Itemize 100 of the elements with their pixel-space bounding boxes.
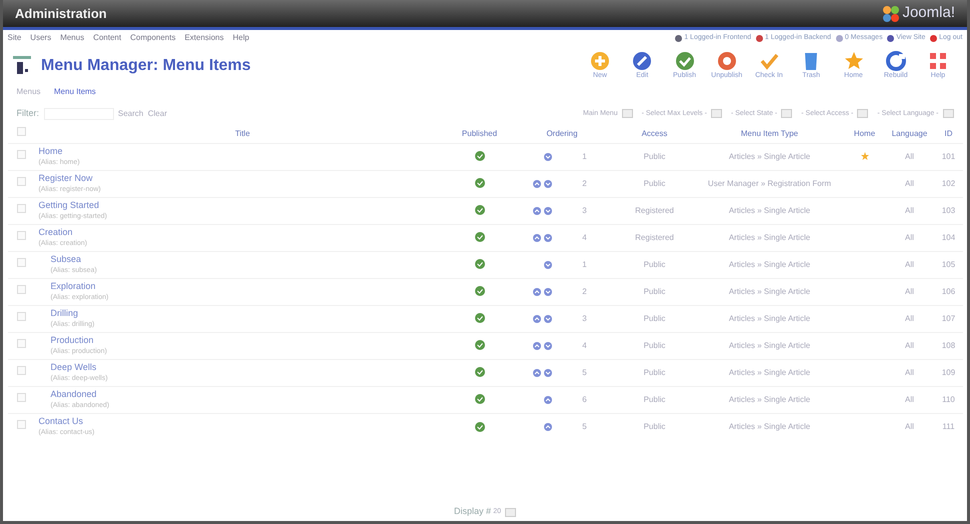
id-value: 102 <box>942 178 956 188</box>
up-arrow-icon[interactable] <box>533 342 542 350</box>
checkbox[interactable] <box>17 285 26 294</box>
filter-label: Filter: <box>16 107 39 120</box>
item-title[interactable]: Production <box>50 334 446 347</box>
item-title[interactable]: Getting Started <box>38 198 446 212</box>
check-icon <box>674 51 694 71</box>
up-arrow-icon[interactable] <box>533 234 542 242</box>
down-arrow-icon[interactable] <box>544 180 552 188</box>
column-header[interactable]: Access <box>642 128 668 138</box>
ring-icon <box>716 51 737 71</box>
access-level: Registered <box>635 232 674 242</box>
down-arrow-icon[interactable] <box>544 368 552 376</box>
menu-link[interactable]: Content <box>93 32 122 44</box>
ordering-value: 2 <box>582 178 587 188</box>
published-icon[interactable] <box>474 259 484 270</box>
column-header[interactable]: ID <box>944 128 952 138</box>
menu-link[interactable]: Site <box>8 32 22 44</box>
checkbox[interactable] <box>17 127 26 136</box>
published-icon[interactable] <box>474 394 484 404</box>
up-arrow-icon[interactable] <box>533 314 542 322</box>
item-title[interactable]: Contact Us <box>38 414 446 428</box>
down-arrow-icon[interactable] <box>544 234 552 242</box>
down-arrow-icon[interactable] <box>544 314 552 322</box>
access-level: Registered <box>635 206 674 214</box>
up-arrow-icon[interactable] <box>533 206 542 214</box>
checkbox[interactable] <box>17 339 26 348</box>
checkbox[interactable] <box>17 366 26 375</box>
published-icon[interactable] <box>474 422 484 432</box>
checkmark-icon <box>759 51 779 71</box>
access-level: Public <box>644 340 666 350</box>
language-value: All <box>905 368 914 376</box>
item-title[interactable]: Deep Wells <box>50 360 446 374</box>
menu-item-type: User Manager » Registration Form <box>708 178 832 188</box>
item-title[interactable]: Abandoned <box>50 388 446 401</box>
checkbox[interactable] <box>17 393 26 402</box>
up-arrow-icon[interactable] <box>533 288 542 296</box>
menu-item-type: Articles » Single Article <box>728 340 810 350</box>
language-value: All <box>905 340 914 350</box>
published-icon[interactable] <box>474 151 484 162</box>
access-level: Public <box>644 152 666 160</box>
item-title[interactable]: Register Now <box>38 172 446 185</box>
checkbox[interactable] <box>17 312 26 321</box>
item-title[interactable]: Creation <box>38 226 446 239</box>
published-icon[interactable] <box>474 178 484 188</box>
checkbox[interactable] <box>17 420 26 430</box>
down-arrow-icon[interactable] <box>544 342 552 350</box>
published-icon[interactable] <box>474 313 484 324</box>
item-title[interactable]: Drilling <box>50 306 446 320</box>
published-icon[interactable] <box>474 205 484 216</box>
ordering-value: 2 <box>582 286 587 296</box>
access-level: Public <box>644 260 666 268</box>
edit-icon <box>632 51 652 71</box>
menu-item-type: Articles » Single Article <box>728 314 810 322</box>
published-icon[interactable] <box>474 232 484 242</box>
submenu-tab[interactable]: Menus <box>16 86 41 98</box>
published-icon[interactable] <box>474 286 484 296</box>
published-icon[interactable] <box>474 340 484 350</box>
menu-link[interactable]: Users <box>30 32 52 44</box>
checkbox[interactable] <box>17 204 26 213</box>
up-arrow-icon[interactable] <box>533 180 542 188</box>
display-label: Display # <box>454 505 491 518</box>
up-arrow-icon[interactable] <box>544 396 552 404</box>
checkbox[interactable] <box>17 150 26 159</box>
checkbox[interactable] <box>17 231 26 240</box>
column-header[interactable]: Language <box>892 128 928 138</box>
id-value: 106 <box>942 286 956 296</box>
column-header[interactable]: Title <box>235 128 250 138</box>
item-title[interactable]: Subsea <box>50 252 446 266</box>
column-header[interactable]: Menu Item Type <box>740 128 798 138</box>
filter-button[interactable]: Clear <box>148 108 167 120</box>
column-header[interactable]: Published <box>462 128 498 138</box>
down-arrow-icon[interactable] <box>544 152 552 160</box>
up-arrow-icon[interactable] <box>544 422 552 431</box>
submenu-tab[interactable]: Menu Items <box>54 86 96 98</box>
menu-item-type: Articles » Single Article <box>728 232 810 242</box>
menu-link[interactable]: Menus <box>60 32 84 44</box>
item-title[interactable]: Home <box>38 144 446 158</box>
item-title[interactable]: Exploration <box>50 280 446 293</box>
up-arrow-icon[interactable] <box>533 368 542 376</box>
id-value: 107 <box>942 314 956 322</box>
checkbox[interactable] <box>17 177 26 186</box>
column-header[interactable]: Home <box>854 128 876 138</box>
refresh-icon <box>886 51 906 71</box>
menu-link[interactable]: Help <box>232 32 250 44</box>
status-icon <box>756 34 763 42</box>
down-arrow-icon[interactable] <box>544 260 552 268</box>
down-arrow-icon[interactable] <box>544 288 552 296</box>
filter-button[interactable]: Search <box>118 108 144 120</box>
access-level: Public <box>644 394 666 404</box>
language-value: All <box>905 394 914 404</box>
checkbox[interactable] <box>17 258 26 267</box>
published-icon[interactable] <box>474 367 484 378</box>
menu-link[interactable]: Extensions <box>184 32 224 44</box>
menu-item-type: Articles » Single Article <box>728 394 810 404</box>
down-arrow-icon[interactable] <box>544 206 552 214</box>
column-header[interactable]: Ordering <box>546 128 578 138</box>
menu-link[interactable]: Components <box>130 32 176 44</box>
id-value: 108 <box>942 340 956 350</box>
menu-item-type: Articles » Single Article <box>728 422 810 431</box>
